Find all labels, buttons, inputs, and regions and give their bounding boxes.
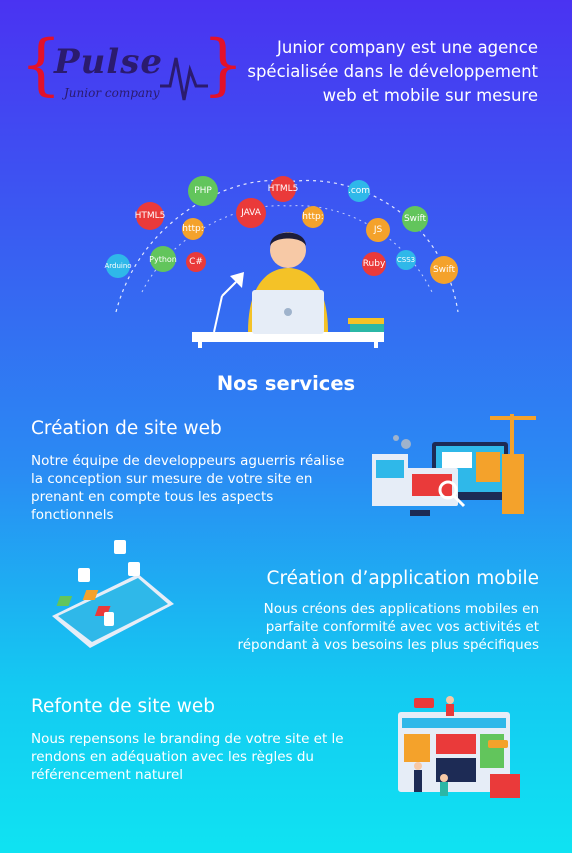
mobile-app-illustration	[52, 540, 174, 648]
developer-illustration: PHP HTML5 JAVA HTML5 .com Swift http: ht…	[102, 172, 474, 348]
web-construction-illustration	[372, 414, 536, 516]
services-title: Nos services	[216, 372, 356, 395]
python-bubble: Python	[149, 246, 177, 272]
swift-bubble-2: Swift	[430, 256, 458, 284]
intro-text: Junior company est une agence spécialisé…	[247, 38, 538, 105]
service-redesign-title: Refonte de site web	[31, 696, 216, 717]
service-web-text: Notre équipe de developpeurs aguerris ré…	[31, 453, 345, 523]
logo-right-brace: }	[202, 26, 244, 103]
com-bubble: .com	[348, 180, 370, 202]
php-bubble: PHP	[188, 176, 218, 206]
csharp-bubble: C#	[186, 252, 206, 272]
heartbeat-icon	[160, 57, 208, 101]
html5-bubble-2: HTML5	[268, 176, 298, 202]
css3-bubble: CSS3	[396, 250, 416, 270]
logo-tagline: Junior company	[64, 86, 160, 100]
pulse-logo[interactable]: { Pulse Junior company }	[20, 32, 244, 122]
website-redesign-illustration	[398, 696, 520, 798]
html5-bubble: HTML5	[135, 202, 165, 230]
service-mobile-title: Création d’application mobile	[266, 568, 539, 589]
logo-wordmark: Pulse	[54, 42, 163, 82]
swift-bubble: Swift	[402, 206, 428, 232]
java-bubble: JAVA	[236, 198, 266, 228]
http-bubble: http:	[182, 218, 204, 240]
js-bubble: JS	[366, 218, 390, 242]
http-bubble-2: http:	[302, 206, 324, 228]
ruby-bubble: Ruby	[362, 252, 386, 276]
service-redesign-text: Nous repensons le branding de votre site…	[31, 731, 344, 783]
service-mobile-text: Nous créons des applications mobiles en …	[237, 601, 540, 653]
service-web-title: Création de site web	[31, 418, 222, 439]
arduino-bubble: Arduino	[104, 254, 132, 278]
